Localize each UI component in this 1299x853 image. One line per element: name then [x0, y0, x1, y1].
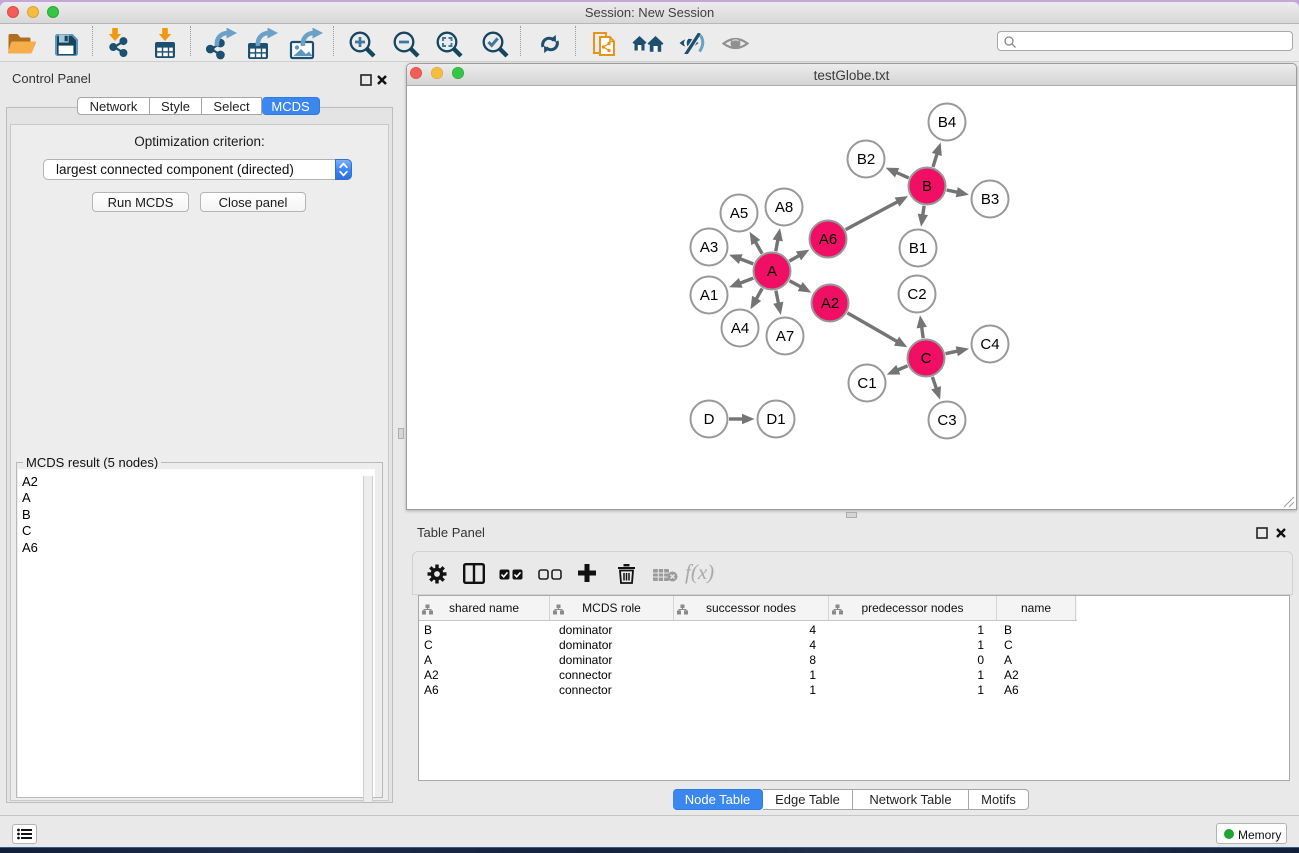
svg-text:A8: A8: [775, 199, 793, 216]
svg-text:B3: B3: [981, 191, 999, 208]
svg-text:B1: B1: [909, 240, 927, 257]
svg-text:A7: A7: [776, 328, 794, 345]
svg-text:A5: A5: [730, 205, 748, 222]
svg-text:C4: C4: [980, 336, 999, 353]
svg-text:A4: A4: [731, 320, 749, 337]
svg-text:A6: A6: [819, 231, 837, 248]
svg-text:C1: C1: [857, 375, 876, 392]
svg-text:A: A: [767, 263, 777, 280]
svg-text:A2: A2: [821, 295, 839, 312]
svg-text:D: D: [704, 411, 715, 428]
svg-text:A1: A1: [700, 287, 718, 304]
svg-text:A3: A3: [700, 239, 718, 256]
svg-text:B4: B4: [938, 114, 956, 131]
svg-text:B: B: [922, 178, 932, 195]
svg-text:C2: C2: [907, 286, 926, 303]
svg-text:C: C: [921, 350, 932, 367]
svg-text:C3: C3: [937, 412, 956, 429]
svg-text:D1: D1: [766, 411, 785, 428]
svg-text:B2: B2: [857, 151, 875, 168]
